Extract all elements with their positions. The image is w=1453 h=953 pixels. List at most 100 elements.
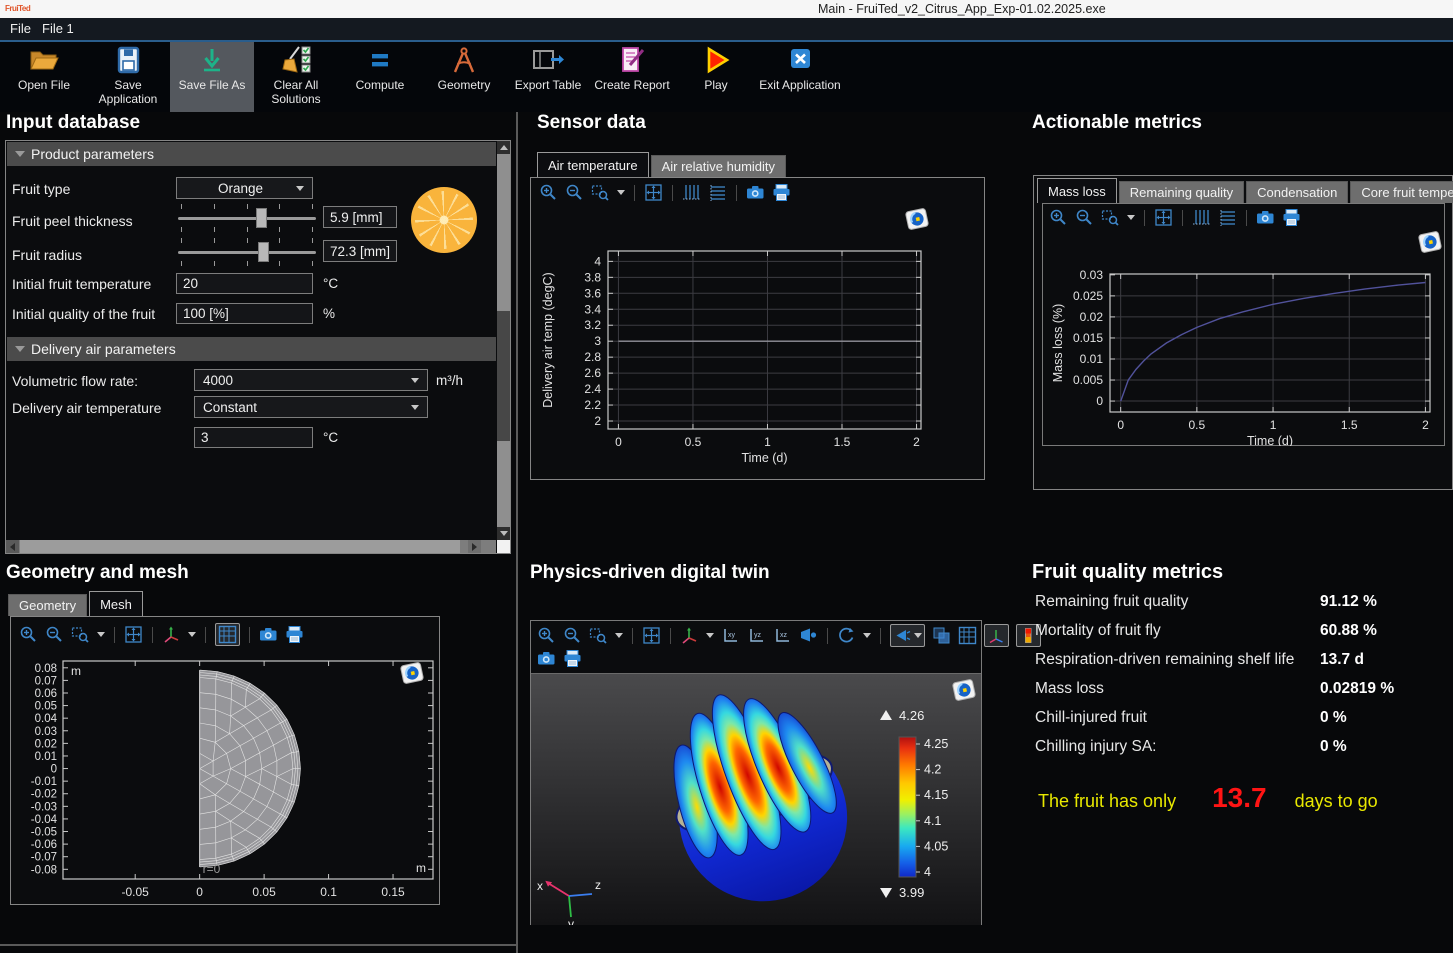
tab-air-temperature[interactable]: Air temperature: [537, 152, 649, 177]
scrollbar-thumb[interactable]: [497, 311, 510, 441]
zoom-out-icon[interactable]: [45, 625, 64, 644]
menu-file[interactable]: File: [10, 21, 31, 36]
fit-view-icon[interactable]: [124, 625, 143, 644]
scroll-left-button[interactable]: [6, 540, 19, 553]
exit-application-button[interactable]: Exit Application: [758, 42, 842, 112]
scroll-down-button[interactable]: [497, 527, 510, 540]
fit-view-icon[interactable]: [642, 626, 661, 645]
view-yz-icon[interactable]: [747, 626, 766, 645]
view-xy-icon[interactable]: [721, 626, 740, 645]
axis-orientation-icon[interactable]: [162, 625, 181, 644]
export-table-button[interactable]: Export Table: [506, 42, 590, 112]
grid-toggle-active[interactable]: [215, 623, 240, 646]
y-axis-grid-icon[interactable]: [708, 183, 727, 202]
snapshot-icon[interactable]: [746, 183, 765, 202]
fruit-radius-value[interactable]: [323, 240, 397, 262]
x-axis-grid-icon[interactable]: [1192, 208, 1211, 227]
clear-all-solutions-button[interactable]: Clear All Solutions: [254, 42, 338, 112]
play-button[interactable]: Play: [674, 42, 758, 112]
scroll-up-button[interactable]: [497, 141, 510, 154]
slider-thumb[interactable]: [258, 242, 269, 262]
print-icon[interactable]: [285, 625, 304, 644]
geometry-button[interactable]: Geometry: [422, 42, 506, 112]
perspective-icon[interactable]: [799, 626, 818, 645]
grid-icon[interactable]: [958, 626, 977, 645]
fit-view-icon[interactable]: [644, 183, 663, 202]
twin-3d-scene[interactable]: 4.254.24.154.14.0544.263.99 xyz: [531, 674, 981, 925]
axis-tick-label: 0.03: [35, 726, 57, 738]
menu-file1[interactable]: File 1: [42, 21, 74, 36]
scroll-right-button[interactable]: [468, 540, 481, 553]
tab-condensation[interactable]: Condensation: [1246, 181, 1348, 203]
print-icon[interactable]: [1282, 208, 1301, 227]
chevron-down-icon[interactable]: [97, 632, 105, 637]
y-axis-grid-icon[interactable]: [1218, 208, 1237, 227]
view-xz-icon[interactable]: [773, 626, 792, 645]
tab-geometry[interactable]: Geometry: [8, 594, 87, 616]
zoom-in-icon[interactable]: [537, 626, 556, 645]
shelf-life-alert: The fruit has only 13.7 days to go: [1038, 782, 1378, 814]
axis-orientation-icon[interactable]: [680, 626, 699, 645]
zoom-box-icon[interactable]: [1101, 208, 1120, 227]
volumetric-flow-rate-dropdown[interactable]: 4000: [194, 369, 428, 391]
mesh-plot-canvas[interactable]: -0.0500.050.10.150.080.070.060.050.040.0…: [13, 653, 437, 901]
fruit-type-dropdown[interactable]: Orange: [176, 177, 313, 199]
x-axis-grid-icon[interactable]: [682, 183, 701, 202]
initial-fruit-temperature-input[interactable]: [176, 273, 313, 294]
column-splitter[interactable]: [516, 112, 518, 953]
rotate-icon[interactable]: [837, 626, 856, 645]
zoom-out-icon[interactable]: [1075, 208, 1094, 227]
initial-quality-input[interactable]: [176, 303, 313, 324]
chevron-down-icon[interactable]: [615, 633, 623, 638]
sensor-plot-canvas[interactable]: 00.511.5222.22.42.62.833.23.43.63.84Time…: [535, 206, 982, 478]
axis-indicator-toggle-active[interactable]: [984, 624, 1009, 647]
fruit-peel-thickness-slider[interactable]: [178, 203, 316, 233]
fit-view-icon[interactable]: [1154, 208, 1173, 227]
transparency-icon[interactable]: [932, 626, 951, 645]
chevron-down-icon[interactable]: [617, 190, 625, 195]
zoom-box-icon[interactable]: [589, 626, 608, 645]
snapshot-icon[interactable]: [1256, 208, 1275, 227]
zoom-out-icon[interactable]: [563, 626, 582, 645]
create-report-button[interactable]: Create Report: [590, 42, 674, 112]
fruit-radius-slider[interactable]: [178, 237, 316, 267]
tab-air-relative-humidity[interactable]: Air relative humidity: [651, 155, 786, 177]
print-icon[interactable]: [772, 183, 791, 202]
tab-core-fruit-temperature[interactable]: Core fruit temperature: [1350, 181, 1453, 203]
snapshot-icon[interactable]: [537, 649, 556, 668]
snapshot-icon[interactable]: [259, 625, 278, 644]
chevron-down-icon: [411, 378, 419, 383]
chevron-down-icon[interactable]: [188, 632, 196, 637]
chevron-down-icon[interactable]: [863, 633, 871, 638]
bottom-splitter[interactable]: [0, 944, 517, 946]
chevron-down-icon[interactable]: [1127, 215, 1135, 220]
vertical-scrollbar[interactable]: [497, 141, 510, 540]
delivery-air-temp-value-input[interactable]: [194, 427, 313, 448]
scrollbar-thumb[interactable]: [20, 540, 460, 553]
fruit-peel-thickness-value[interactable]: [323, 206, 397, 228]
zoom-box-icon[interactable]: [71, 625, 90, 644]
zoom-in-icon[interactable]: [19, 625, 38, 644]
open-file-button[interactable]: Open File: [2, 42, 86, 112]
chevron-down-icon[interactable]: [706, 633, 714, 638]
save-application-button[interactable]: Save Application: [86, 42, 170, 112]
mass-loss-plot-canvas[interactable]: 00.511.5200.0050.010.0150.020.0250.03Tim…: [1045, 230, 1443, 446]
compute-button[interactable]: Compute: [338, 42, 422, 112]
axis-tick-label: 1: [1270, 418, 1277, 432]
product-parameters-header[interactable]: Product parameters: [7, 142, 496, 166]
save-file-as-button[interactable]: Save File As: [170, 42, 254, 112]
mass-loss-plot-frame: 00.511.5200.0050.010.0150.020.0250.03Tim…: [1042, 203, 1445, 446]
zoom-in-icon[interactable]: [1049, 208, 1068, 227]
print-icon[interactable]: [563, 649, 582, 668]
tab-mesh[interactable]: Mesh: [89, 591, 143, 616]
slider-thumb[interactable]: [256, 208, 267, 228]
delivery-air-parameters-header[interactable]: Delivery air parameters: [7, 337, 496, 361]
tab-mass-loss[interactable]: Mass loss: [1037, 178, 1117, 203]
zoom-out-icon[interactable]: [565, 183, 584, 202]
scene-light-toggle-active[interactable]: [890, 624, 925, 647]
delivery-air-temperature-dropdown[interactable]: Constant: [194, 396, 428, 418]
horizontal-scrollbar[interactable]: [6, 540, 496, 553]
zoom-box-icon[interactable]: [591, 183, 610, 202]
tab-remaining-quality[interactable]: Remaining quality: [1119, 181, 1244, 203]
zoom-in-icon[interactable]: [539, 183, 558, 202]
